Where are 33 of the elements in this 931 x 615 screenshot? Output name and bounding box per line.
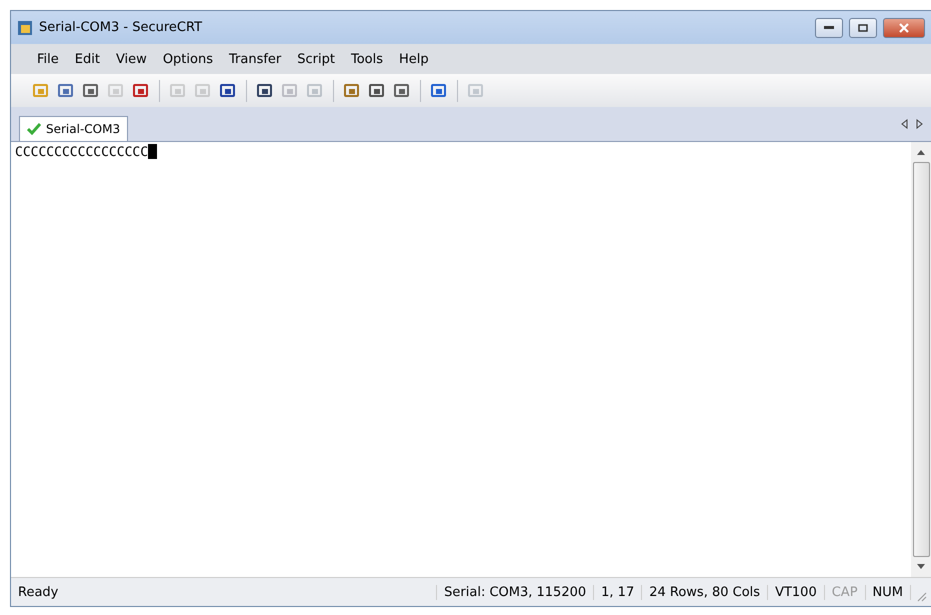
text-cursor [148, 144, 158, 159]
menu-item[interactable]: File [31, 50, 65, 68]
menu-item[interactable]: Tools [344, 50, 390, 68]
menu-item[interactable]: Script [291, 50, 341, 68]
scroll-up-icon[interactable] [917, 148, 925, 156]
close-button[interactable] [883, 18, 925, 38]
maximize-icon [858, 24, 868, 32]
status-pane: NUM [866, 584, 911, 600]
window-title: Serial-COM3 - SecureCRT [39, 20, 204, 35]
menu-item[interactable]: Transfer [222, 50, 288, 68]
status-pane: VT100 [768, 584, 825, 600]
status-pane: 24 Rows, 80 Cols [642, 584, 768, 600]
menu-item[interactable]: View [110, 50, 153, 68]
status-pane: Serial: COM3, 115200 [437, 584, 594, 600]
scrollbar[interactable] [911, 142, 931, 577]
session-tab[interactable]: Serial-COM3 [19, 116, 128, 141]
check-icon [27, 123, 41, 135]
scroll-right-icon[interactable] [916, 119, 923, 129]
minimize-icon [824, 26, 834, 30]
scroll-down-icon[interactable] [917, 563, 925, 571]
status-pane: 1, 17 [594, 584, 642, 600]
scroll-left-icon[interactable] [901, 119, 908, 129]
maximize-button[interactable] [849, 18, 877, 38]
close-icon [899, 22, 909, 32]
status-pane: CAP [824, 584, 866, 600]
status-pane: Ready [11, 584, 438, 600]
terminal-text: CCCCCCCCCCCCCCCCC [15, 145, 148, 160]
menu-item[interactable]: Edit [68, 50, 106, 68]
menu-item[interactable]: Help [393, 50, 435, 68]
resize-grip-icon [915, 590, 927, 602]
minimize-button[interactable] [815, 18, 843, 38]
menu-item[interactable]: Options [156, 50, 219, 68]
app-icon [17, 20, 33, 36]
